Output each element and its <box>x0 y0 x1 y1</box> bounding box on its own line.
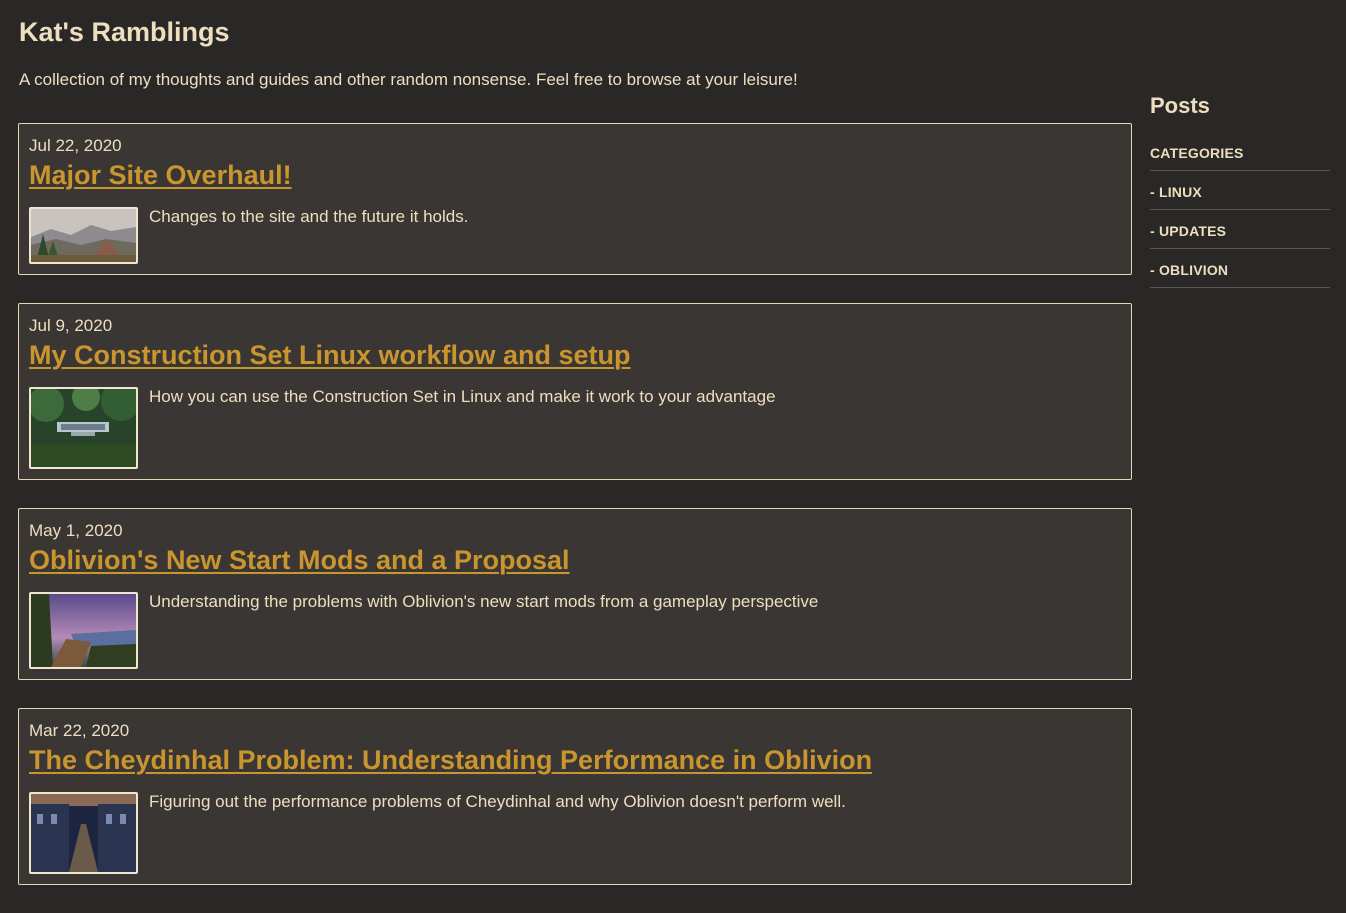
sidebar-item-oblivion[interactable]: - OBLIVION <box>1150 262 1330 288</box>
sidebar-item-updates[interactable]: - UPDATES <box>1150 223 1330 249</box>
post-excerpt: How you can use the Construction Set in … <box>149 387 776 406</box>
sidebar-item-categories[interactable]: CATEGORIES <box>1150 145 1330 171</box>
post-body: Figuring out the performance problems of… <box>29 792 1121 874</box>
post-excerpt: Changes to the site and the future it ho… <box>149 207 469 226</box>
site-tagline: A collection of my thoughts and guides a… <box>19 70 798 89</box>
sidebar: Posts CATEGORIES - LINUX - UPDATES - OBL… <box>1150 93 1330 301</box>
post-excerpt: Figuring out the performance problems of… <box>149 792 846 811</box>
post-title-link[interactable]: The Cheydinhal Problem: Understanding Pe… <box>29 743 872 777</box>
post-card: Jul 22, 2020 Major Site Overhaul! Change… <box>18 123 1132 275</box>
post-thumbnail[interactable] <box>29 387 138 469</box>
post-card: Jul 9, 2020 My Construction Set Linux wo… <box>18 303 1132 480</box>
post-title-link[interactable]: Oblivion's New Start Mods and a Proposal <box>29 543 570 577</box>
post-body: Understanding the problems with Oblivion… <box>29 592 1121 669</box>
sidebar-item-linux[interactable]: - LINUX <box>1150 184 1330 210</box>
post-title-link[interactable]: Major Site Overhaul! <box>29 158 292 192</box>
post-body: How you can use the Construction Set in … <box>29 387 1121 469</box>
post-thumbnail[interactable] <box>29 592 138 669</box>
site-title[interactable]: Kat's Ramblings <box>19 17 229 48</box>
post-card: May 1, 2020 Oblivion's New Start Mods an… <box>18 508 1132 680</box>
posts-list: Jul 22, 2020 Major Site Overhaul! Change… <box>18 123 1132 913</box>
post-date: Jul 22, 2020 <box>29 136 122 155</box>
post-thumbnail[interactable] <box>29 207 138 264</box>
post-card: Mar 22, 2020 The Cheydinhal Problem: Und… <box>18 708 1132 885</box>
sidebar-title: Posts <box>1150 93 1210 118</box>
post-thumbnail[interactable] <box>29 792 138 874</box>
post-title-link[interactable]: My Construction Set Linux workflow and s… <box>29 338 631 372</box>
post-body: Changes to the site and the future it ho… <box>29 207 1121 264</box>
post-date: Jul 9, 2020 <box>29 316 113 335</box>
post-date: Mar 22, 2020 <box>29 721 130 740</box>
post-excerpt: Understanding the problems with Oblivion… <box>149 592 819 611</box>
post-date: May 1, 2020 <box>29 521 123 540</box>
